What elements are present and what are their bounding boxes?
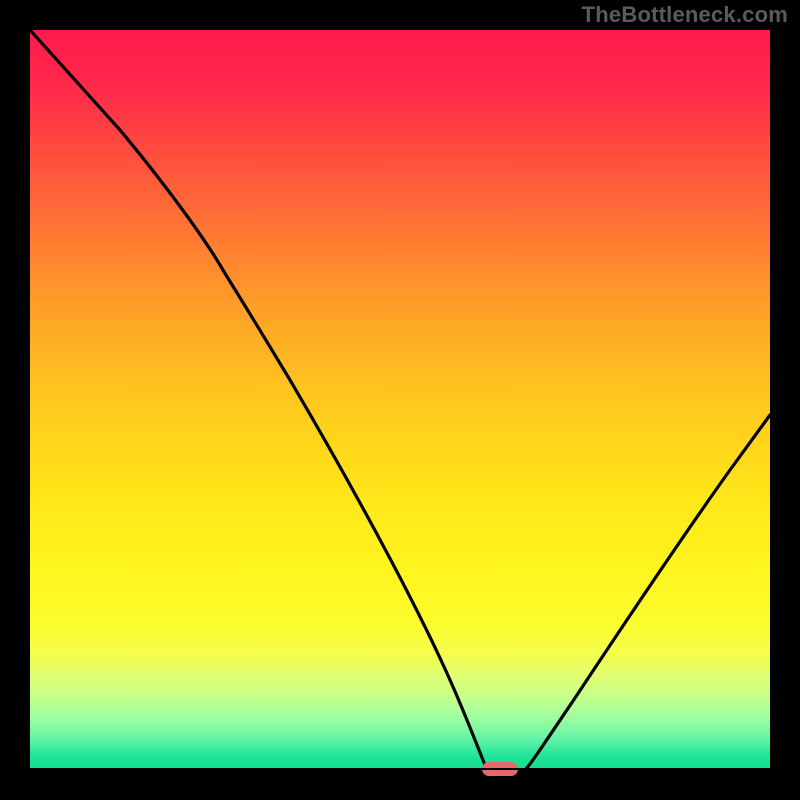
watermark-text: TheBottleneck.com bbox=[582, 2, 788, 28]
plot-area bbox=[30, 30, 770, 770]
chart-container: TheBottleneck.com bbox=[0, 0, 800, 800]
curve-svg bbox=[30, 30, 770, 770]
bottleneck-curve bbox=[30, 30, 770, 770]
x-axis-baseline bbox=[30, 768, 770, 770]
